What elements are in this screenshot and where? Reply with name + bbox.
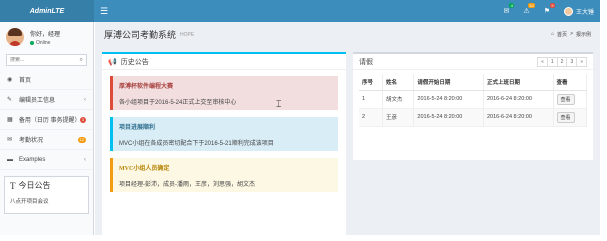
callout-title: MVC小组人员确定 (119, 166, 170, 172)
sidebar-item-label: 首页 (19, 78, 32, 84)
user-avatar (6, 28, 24, 46)
leave-box-header: 请假 « 1 2 3 » (353, 54, 593, 70)
history-title: 历史公告 (120, 58, 149, 66)
table-header-row: 序号 姓名 请假开始日期 正式上班日期 查看 (359, 74, 587, 91)
calendar-icon: ▦ (7, 117, 13, 123)
online-status: Online (30, 40, 60, 46)
cell-name: 王彦 (382, 108, 415, 127)
sidebar-item-examples[interactable]: ▬ Examples ‹ (0, 150, 93, 170)
callout-text: 各小组项目于2016-5-24正式上交至审核中心 (119, 100, 237, 106)
table-row: 1 胡文杰 2016-5-24 8:20:00 2016-6-24 8:20:0… (359, 90, 587, 109)
col-view: 查看 (553, 74, 587, 91)
breadcrumb-home[interactable]: 首页 (557, 31, 567, 38)
flag-icon[interactable]: ⚑ 9 (544, 3, 555, 15)
callout-text: 项目经理-彭沛，成员-潘雨，王彦，刘思强，胡文杰 (119, 182, 255, 188)
cell-no: 2 (359, 108, 383, 127)
pager-next[interactable]: » (576, 56, 587, 67)
breadcrumb-current: 报示例 (575, 31, 591, 38)
view-button[interactable]: 查看 (556, 93, 575, 105)
history-notice-box: 📢 历史公告 厚溥杯软件编程大赛 各小组项目于2016-5-24正式上交至审核中… (102, 52, 346, 241)
navbar-right: ✉ 4 ⚠ 10 ⚑ 9 王大锤 (504, 3, 594, 16)
user-name: 王大锤 (575, 9, 594, 16)
search-icon[interactable]: ⌕ (80, 57, 83, 64)
status-label: Online (36, 39, 51, 46)
cell-view: 查看 (553, 90, 587, 109)
callout-text: MVC小组在各成员密切配合下于2016-5-21顺利完成该项目 (119, 141, 274, 147)
sidebar-item-label: Examples (19, 156, 46, 163)
cell-end: 2016-6-24 8:20:00 (483, 90, 554, 109)
navbar: ☰ ✉ 4 ⚠ 10 ⚑ 9 王大锤 (94, 0, 600, 22)
edit-icon: ✎ (7, 97, 13, 103)
app-logo[interactable]: AdminLTE (0, 0, 94, 22)
sidebar-item-home[interactable]: ◉ 首页 (0, 70, 93, 90)
hamburger-icon[interactable]: ☰ (100, 6, 108, 17)
folder-icon: ▬ (7, 156, 13, 163)
pagination: « 1 2 3 » (537, 56, 587, 67)
col-end: 正式上班日期 (483, 74, 554, 91)
cell-start: 2016-5-24 8:20:00 (413, 90, 484, 109)
main-content: 厚溥公司考勤系统 HOPE ⌂ 首页 > 报示例 📢 历史公告 厚溥杯软件编程大… (95, 22, 600, 241)
avatar (563, 6, 573, 16)
search-input[interactable] (10, 57, 80, 63)
user-panel: 你好，经理 Online (0, 22, 93, 52)
dashboard-icon: ◉ (7, 77, 13, 83)
leave-box: 请假 « 1 2 3 » 序号 姓名 请假开始日期 正式上班日期 查看 1 胡文… (353, 52, 593, 160)
view-button[interactable]: 查看 (556, 111, 575, 123)
notify-badge: 10 (528, 3, 535, 8)
chevron-left-icon: ‹ (84, 156, 86, 163)
breadcrumb: ⌂ 首页 > 报示例 (551, 31, 591, 38)
sidebar-item-label: 备用（日历 事务提醒） (18, 118, 81, 124)
callout-title: 厚溥杯软件编程大赛 (119, 84, 174, 90)
mail-badge: 4 (509, 3, 515, 8)
mail-icon[interactable]: ✉ 4 (504, 3, 515, 15)
today-notice: T 今日公告 八点开项目会议 (4, 176, 89, 214)
sidebar-item-label: 考勤状况 (19, 138, 44, 144)
online-dot-icon (30, 40, 34, 45)
content-header: 厚溥公司考勤系统 HOPE ⌂ 首页 > 报示例 (95, 22, 600, 46)
home-icon: ⌂ (551, 30, 555, 37)
cell-view: 查看 (553, 108, 587, 127)
bell-icon[interactable]: ⚠ 10 (523, 3, 535, 15)
text-icon: T (10, 180, 16, 191)
col-name: 姓名 (382, 74, 415, 91)
leave-table: 序号 姓名 请假开始日期 正式上班日期 查看 1 胡文杰 2016-5-24 8… (359, 74, 587, 127)
cell-start: 2016-5-24 8:20:00 (413, 108, 484, 127)
sidebar: 你好，经理 Online ⌕ ◉ 首页 ✎ 编辑员工信息 ‹ ▦ 备用（日历 事… (0, 22, 94, 235)
count-badge: 3 (79, 116, 86, 123)
top-bar: AdminLTE ☰ ✉ 4 ⚠ 10 ⚑ 9 王大锤 (0, 0, 600, 22)
page-subtitle: HOPE (180, 32, 195, 38)
table-row: 2 王彦 2016-5-24 8:20:00 2016-6-24 8:20:00… (359, 108, 587, 127)
tasks-badge: 9 (549, 3, 555, 8)
mouse-cursor-icon: ⌶ (276, 99, 282, 109)
cell-end: 2016-6-24 8:20:00 (483, 108, 554, 127)
today-notice-title: T 今日公告 (10, 180, 83, 191)
today-title-text: 今日公告 (18, 181, 51, 190)
breadcrumb-separator: > (570, 30, 573, 37)
callout-title: 项目进展顺利 (119, 125, 156, 131)
col-no: 序号 (359, 74, 383, 91)
callout-progress: 项目进展顺利 MVC小组在各成员密切配合下于2016-5-21顺利完成该项目 (110, 117, 338, 151)
sidebar-item-label: 编辑员工信息 (19, 98, 56, 104)
today-notice-text: 八点开项目会议 (10, 199, 49, 205)
user-greeting: 你好，经理 (30, 31, 61, 38)
sidebar-item-attendance[interactable]: ✉ 考勤状况 12 (0, 130, 93, 150)
col-start: 请假开始日期 (413, 74, 484, 91)
history-box-header: 📢 历史公告 (102, 54, 346, 70)
count-badge: 12 (77, 136, 86, 143)
envelope-icon: ✉ (7, 137, 13, 143)
bullhorn-icon: 📢 (108, 58, 117, 66)
callout-team: MVC小组人员确定 项目经理-彭沛，成员-潘雨，王彦，刘思强，胡文杰 (110, 158, 338, 192)
sidebar-item-calendar[interactable]: ▦ 备用（日历 事务提醒） 3 (0, 110, 93, 130)
chevron-left-icon: ‹ (84, 96, 86, 103)
user-menu[interactable]: 王大锤 (563, 6, 594, 16)
page-title: 厚溥公司考勤系统 (104, 29, 177, 40)
callout-contest: 厚溥杯软件编程大赛 各小组项目于2016-5-24正式上交至审核中心 (110, 76, 338, 110)
sidebar-item-edit-employee[interactable]: ✎ 编辑员工信息 ‹ (0, 90, 93, 110)
cell-name: 胡文杰 (382, 90, 415, 109)
leave-title: 请假 (359, 58, 373, 66)
sidebar-search: ⌕ (6, 54, 87, 66)
cell-no: 1 (359, 90, 383, 109)
